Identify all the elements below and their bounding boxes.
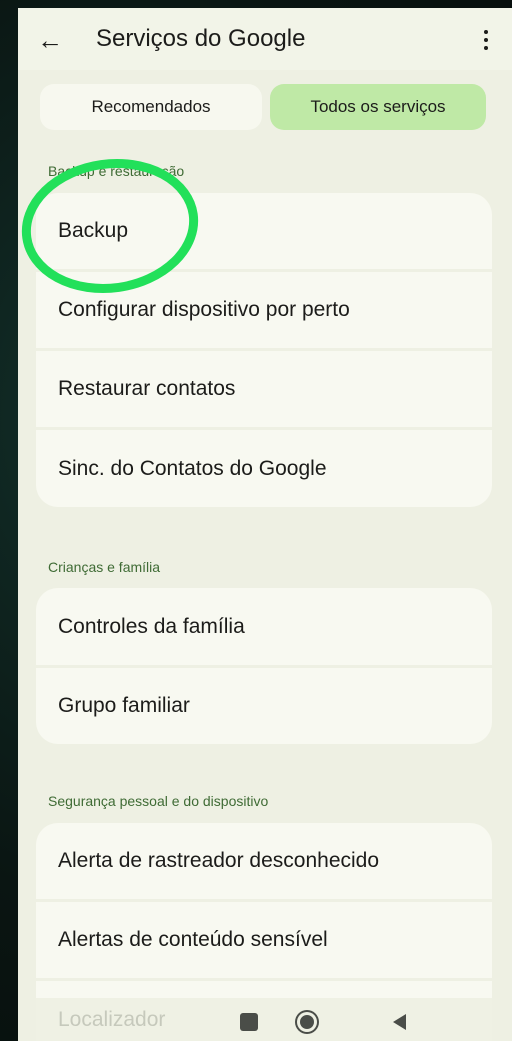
list-item-grupo-familiar[interactable]: Grupo familiar xyxy=(36,668,492,744)
section-card-criancas: Controles da família Grupo familiar xyxy=(36,588,492,744)
section-card-backup: Backup Configurar dispositivo por perto … xyxy=(36,193,492,507)
tab-recomendados[interactable]: Recomendados xyxy=(40,84,262,130)
app-bar: ← Serviços do Google xyxy=(18,8,512,70)
list-item-configurar-dispositivo[interactable]: Configurar dispositivo por perto xyxy=(36,272,492,348)
list-item-alerta-rastreador[interactable]: Alerta de rastreador desconhecido xyxy=(36,823,492,899)
back-triangle-icon[interactable] xyxy=(393,1014,406,1030)
section-title-backup: Backup e restauração xyxy=(48,163,185,179)
section-title-seguranca: Segurança pessoal e do dispositivo xyxy=(48,793,269,809)
screen: ← Serviços do Google Recomendados Todos … xyxy=(18,8,512,1041)
list-item-sinc-contatos[interactable]: Sinc. do Contatos do Google xyxy=(36,430,492,507)
device-frame: ← Serviços do Google Recomendados Todos … xyxy=(0,0,512,1041)
back-button[interactable]: ← xyxy=(32,22,68,58)
list-item-alertas-conteudo[interactable]: Alertas de conteúdo sensível xyxy=(36,902,492,978)
more-options-button[interactable] xyxy=(474,24,498,56)
section-title-criancas: Crianças e família xyxy=(48,559,161,575)
list-item-localizador[interactable]: Localizador xyxy=(58,1008,165,1032)
recent-apps-icon[interactable] xyxy=(240,1013,258,1031)
list-item-restaurar-contatos[interactable]: Restaurar contatos xyxy=(36,351,492,427)
tab-todos-os-servicos[interactable]: Todos os serviços xyxy=(270,84,486,130)
tab-bar: Recomendados Todos os serviços xyxy=(40,84,486,130)
page-title: Serviços do Google xyxy=(96,25,306,52)
list-item-backup[interactable]: Backup xyxy=(36,193,492,269)
arrow-left-icon: ← xyxy=(37,25,63,55)
list-item-controles-familia[interactable]: Controles da família xyxy=(36,588,492,665)
home-icon[interactable] xyxy=(300,1015,314,1029)
